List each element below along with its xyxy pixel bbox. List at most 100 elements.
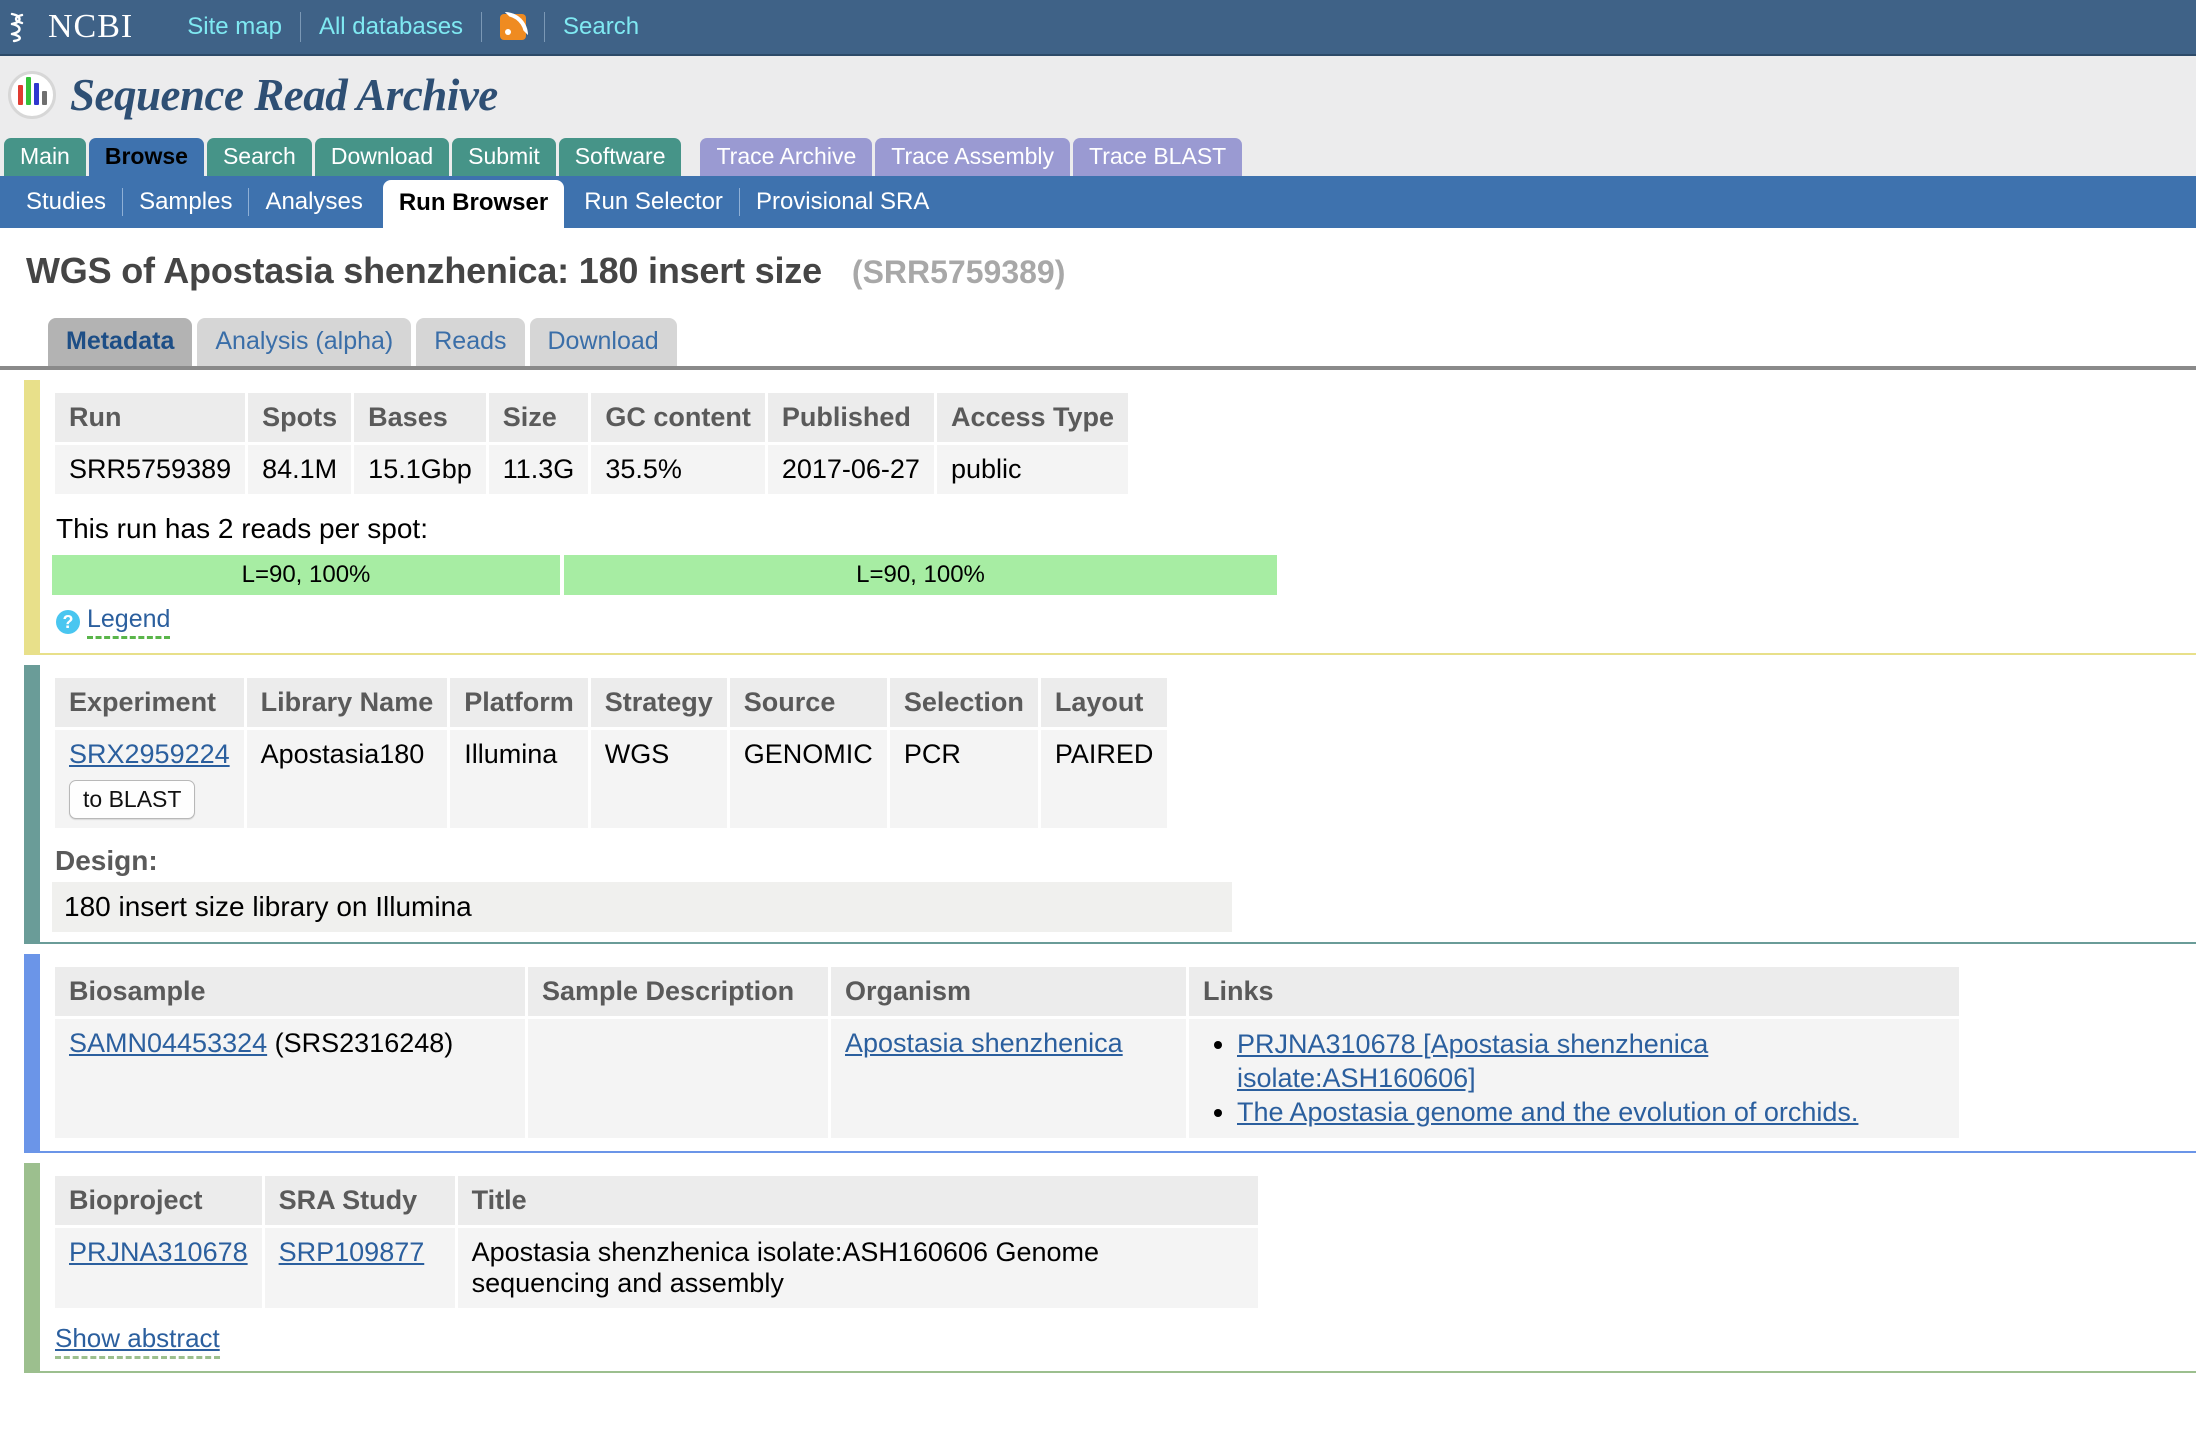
col-experiment: Experiment [55, 678, 244, 727]
list-item: PRJNA310678 [Apostasia shenzhenica isola… [1237, 1028, 1945, 1096]
run-section: Run Spots Bases Size GC content Publishe… [24, 380, 2196, 655]
publication-link[interactable]: The Apostasia genome and the evolution o… [1237, 1097, 1858, 1127]
tab-search[interactable]: Search [206, 137, 312, 176]
cell-spots: 84.1M [248, 445, 352, 494]
tab-trace-blast[interactable]: Trace BLAST [1073, 137, 1243, 176]
col-layout: Layout [1040, 678, 1168, 727]
sra-barchart-icon [8, 71, 56, 119]
col-sample-description: Sample Description [528, 967, 828, 1016]
ncbi-dna-icon [10, 12, 24, 43]
cell-biosample: SAMN04453324 (SRS2316248) [55, 1019, 525, 1139]
cell-run: SRR5759389 [55, 445, 246, 494]
table-header-row: Bioproject SRA Study Title [55, 1176, 1258, 1226]
legend-link[interactable]: Legend [87, 605, 171, 639]
col-biosample: Biosample [55, 967, 525, 1016]
tab-main[interactable]: Main [4, 137, 86, 176]
cell-links: PRJNA310678 [Apostasia shenzhenica isola… [1189, 1019, 1959, 1139]
cell-gc-content: 35.5% [591, 445, 765, 494]
sidebar-item-analyses[interactable]: Analyses [249, 190, 378, 214]
table-row: SRX2959224 to BLAST Apostasia180 Illumin… [55, 730, 1168, 828]
col-size: Size [488, 393, 589, 442]
cell-library-name: Apostasia180 [246, 730, 448, 828]
table-row: SRR5759389 84.1M 15.1Gbp 11.3G 35.5% 201… [55, 445, 1129, 494]
sra-title: Sequence Read Archive [70, 70, 498, 120]
cell-source: GENOMIC [729, 730, 887, 828]
ncbi-nav-links: Site map All databases Search [169, 9, 657, 45]
links-list: PRJNA310678 [Apostasia shenzhenica isola… [1203, 1028, 1945, 1129]
bioproject-accession-link[interactable]: PRJNA310678 [69, 1237, 248, 1267]
biosample-table: Biosample Sample Description Organism Li… [52, 964, 1962, 1141]
biosample-secondary-accession: (SRS2316248) [274, 1028, 454, 1058]
col-source: Source [729, 678, 887, 727]
sidebar-item-studies[interactable]: Studies [10, 190, 122, 214]
sidebar-item-run-browser[interactable]: Run Browser [382, 180, 565, 228]
page-title-row: WGS of Apostasia shenzhenica: 180 insert… [0, 228, 2196, 292]
sidebar-item-run-selector[interactable]: Run Selector [568, 190, 739, 214]
col-published: Published [767, 393, 934, 442]
sra-study-link[interactable]: SRP109877 [279, 1237, 425, 1267]
read-bar-2: L=90, 100% [564, 555, 1277, 595]
tab-download[interactable]: Download [314, 137, 450, 176]
tab-software[interactable]: Software [558, 137, 682, 176]
col-strategy: Strategy [590, 678, 727, 727]
bioproject-section-accent [24, 1163, 40, 1374]
bioproject-section: Bioproject SRA Study Title PRJNA310678 S… [24, 1163, 2196, 1374]
biosample-section: Biosample Sample Description Organism Li… [24, 954, 2196, 1154]
page-accession: (SRR5759389) [851, 254, 1066, 290]
experiment-accession-link[interactable]: SRX2959224 [69, 739, 230, 769]
design-value: 180 insert size library on Illumina [52, 882, 1232, 932]
tab-analysis[interactable]: Analysis (alpha) [197, 318, 412, 366]
page-title: WGS of Apostasia shenzhenica: 180 insert… [26, 250, 822, 291]
tab-download-panel[interactable]: Download [529, 318, 677, 366]
nav-link-all-databases[interactable]: All databases [301, 15, 481, 39]
nav-link-search[interactable]: Search [545, 15, 657, 39]
col-run: Run [55, 393, 246, 442]
table-header-row: Biosample Sample Description Organism Li… [55, 967, 1959, 1016]
col-library-name: Library Name [246, 678, 448, 727]
sidebar-item-provisional-sra[interactable]: Provisional SRA [740, 190, 945, 214]
reads-bar-chart: L=90, 100% L=90, 100% [52, 555, 2196, 595]
primary-tab-bar: Main Browse Search Download Submit Softw… [0, 134, 2196, 176]
read-bar-1: L=90, 100% [52, 555, 560, 595]
bioproject-link[interactable]: PRJNA310678 [Apostasia shenzhenica isola… [1237, 1029, 1708, 1093]
nav-link-site-map[interactable]: Site map [169, 15, 300, 39]
tab-trace-assembly[interactable]: Trace Assembly [875, 137, 1071, 176]
cell-bioproject: PRJNA310678 [55, 1228, 262, 1309]
biosample-section-accent [24, 954, 40, 1154]
run-section-accent [24, 380, 40, 655]
cell-title: Apostasia shenzhenica isolate:ASH160606 … [457, 1228, 1258, 1309]
col-spots: Spots [248, 393, 352, 442]
cell-published: 2017-06-27 [767, 445, 934, 494]
col-selection: Selection [889, 678, 1038, 727]
tab-reads[interactable]: Reads [416, 318, 525, 366]
col-platform: Platform [450, 678, 588, 727]
col-organism: Organism [831, 967, 1186, 1016]
ncbi-top-bar: NCBI Site map All databases Search [0, 0, 2196, 56]
legend-row[interactable]: ? Legend [56, 605, 2196, 639]
tab-trace-archive[interactable]: Trace Archive [700, 137, 873, 176]
tab-submit[interactable]: Submit [452, 137, 556, 176]
sidebar-item-samples[interactable]: Samples [123, 190, 248, 214]
biosample-accession-link[interactable]: SAMN04453324 [69, 1028, 267, 1058]
cell-size: 11.3G [488, 445, 589, 494]
nav-divider [481, 12, 483, 42]
organism-link[interactable]: Apostasia shenzhenica [845, 1028, 1123, 1058]
col-sra-study: SRA Study [264, 1176, 455, 1226]
tab-metadata[interactable]: Metadata [48, 318, 193, 366]
bioproject-table: Bioproject SRA Study Title PRJNA310678 S… [52, 1173, 1261, 1311]
to-blast-button[interactable]: to BLAST [69, 780, 196, 819]
secondary-tab-bar: Studies Samples Analyses Run Browser Run… [0, 176, 2196, 228]
cell-experiment: SRX2959224 to BLAST [55, 730, 244, 828]
cell-bases: 15.1Gbp [354, 445, 486, 494]
tab-browse[interactable]: Browse [88, 137, 204, 176]
cell-strategy: WGS [590, 730, 727, 828]
col-title: Title [457, 1176, 1258, 1226]
cell-access-type: public [936, 445, 1129, 494]
design-label: Design: [55, 845, 158, 876]
rss-icon[interactable] [500, 12, 529, 40]
table-header-row: Run Spots Bases Size GC content Publishe… [55, 393, 1129, 442]
show-abstract-link[interactable]: Show abstract [55, 1323, 220, 1360]
col-access-type: Access Type [936, 393, 1129, 442]
col-gc-content: GC content [591, 393, 765, 442]
ncbi-logo[interactable]: NCBI [8, 10, 133, 44]
